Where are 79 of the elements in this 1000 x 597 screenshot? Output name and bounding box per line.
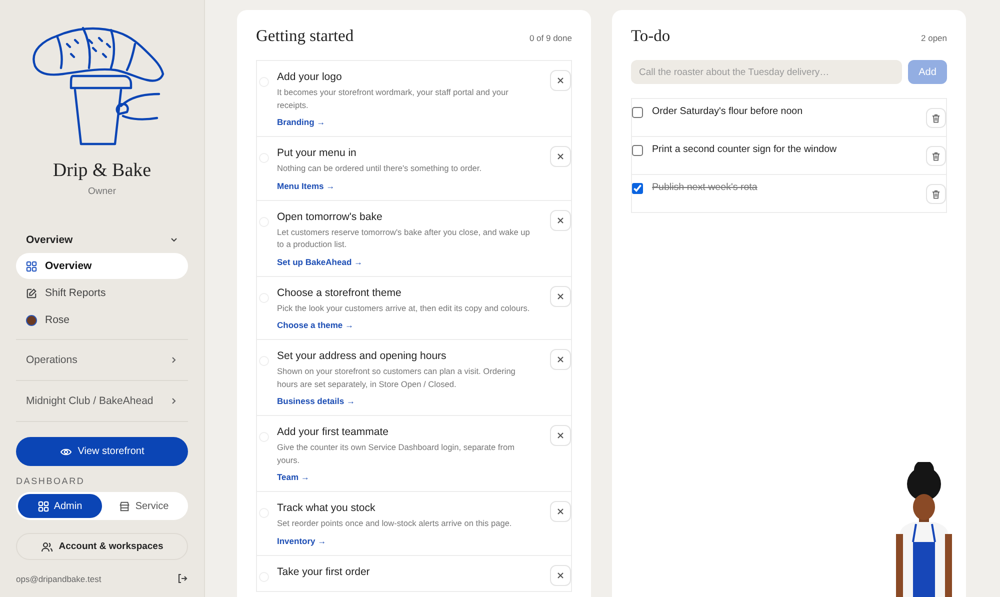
task-description: Give the counter its own Service Dashboard login, separate from yours. bbox=[277, 441, 516, 466]
delete-button[interactable] bbox=[926, 108, 946, 128]
delete-button[interactable] bbox=[926, 146, 946, 166]
dismiss-button[interactable] bbox=[550, 425, 571, 446]
open-count: 2 open bbox=[921, 33, 947, 43]
view-storefront-button[interactable]: View storefront bbox=[16, 437, 188, 466]
progress-count: 0 of 9 done bbox=[529, 33, 572, 43]
grid-icon bbox=[26, 260, 37, 272]
checkbox[interactable] bbox=[632, 145, 643, 156]
dismiss-button[interactable] bbox=[550, 564, 571, 586]
task-description: Shown on your storefront so customers can plan a visit. Ordering hours are set separately, in Store Open / Closed. bbox=[277, 365, 516, 390]
todo-text: Print a second counter sign for the window bbox=[652, 144, 837, 155]
close-icon bbox=[557, 216, 564, 224]
todo-text: Order Saturday's flour before noon bbox=[652, 106, 803, 117]
todo-input-field[interactable]: Call the roaster about the Tuesday delivery… bbox=[631, 60, 902, 84]
nav-item[interactable]: Shift Reports bbox=[16, 280, 188, 306]
task-link[interactable]: Branding → bbox=[277, 117, 326, 127]
people-icon bbox=[40, 540, 53, 552]
dismiss-button[interactable] bbox=[550, 70, 571, 91]
edit-icon bbox=[26, 288, 37, 298]
dismiss-button[interactable] bbox=[550, 349, 571, 370]
user-email: ops@dripandbake.test bbox=[16, 574, 102, 584]
close-icon bbox=[557, 572, 564, 578]
chevron-right-icon bbox=[170, 397, 178, 405]
trash-icon bbox=[932, 190, 940, 198]
trash-icon bbox=[932, 114, 940, 122]
logout-icon[interactable] bbox=[177, 573, 188, 584]
task-description: Let customers reserve tomorrow's bake after you close, and wake up to a production list. bbox=[277, 226, 531, 250]
task-title: Choose a storefront theme bbox=[277, 286, 402, 300]
account-button[interactable]: Account & workspaces bbox=[16, 533, 188, 560]
role-label: Owner bbox=[88, 186, 116, 197]
nav-item[interactable]: Rose bbox=[16, 307, 188, 333]
dismiss-button[interactable] bbox=[550, 501, 571, 522]
close-icon bbox=[557, 77, 564, 84]
nav-group[interactable]: Overview bbox=[16, 227, 188, 253]
task-title: Set your address and opening hours bbox=[277, 349, 448, 364]
task-description: Nothing can be ordered until there's something to order. bbox=[277, 162, 483, 174]
nav-item[interactable]: Overview bbox=[16, 253, 188, 279]
dismiss-button[interactable] bbox=[550, 286, 571, 306]
store-icon bbox=[119, 500, 130, 512]
card-title: Getting started bbox=[256, 26, 354, 46]
brand-name: Drip & Bake bbox=[52, 160, 152, 182]
dismiss-button[interactable] bbox=[550, 146, 571, 167]
close-icon bbox=[557, 356, 564, 363]
nav-group[interactable]: Operations bbox=[16, 345, 188, 375]
section-label: DASHBOARD bbox=[16, 476, 86, 486]
task-title: Track what you stock bbox=[277, 501, 376, 516]
task-link[interactable]: Business details → bbox=[277, 396, 355, 406]
checkbox[interactable] bbox=[632, 183, 643, 194]
trash-icon bbox=[932, 152, 940, 160]
todo-text: Publish next week's rota bbox=[652, 182, 758, 193]
task-description: Pick the look your customers arrive at, then edit its copy and colours. bbox=[277, 302, 531, 314]
task-title: Add your first teammate bbox=[277, 425, 390, 440]
nav-group[interactable]: Midnight Club / BakeAhead bbox=[16, 386, 188, 416]
task-link[interactable]: Choose a theme → bbox=[277, 320, 354, 330]
close-icon bbox=[557, 153, 564, 160]
task-title: Open tomorrow's bake bbox=[277, 210, 384, 224]
dashboard-option[interactable]: Admin bbox=[18, 494, 102, 518]
task-description: Set reorder points once and low-stock alerts arrive on this page. bbox=[277, 517, 513, 530]
dismiss-button[interactable] bbox=[550, 210, 571, 230]
task-description: It becomes your storefront wordmark, your staff portal and your receipts. bbox=[277, 86, 510, 111]
task-link[interactable]: Team → bbox=[277, 472, 310, 482]
chevron-down-icon bbox=[170, 236, 178, 244]
checkbox[interactable] bbox=[632, 107, 643, 118]
close-icon bbox=[557, 292, 564, 300]
avatar bbox=[26, 314, 37, 326]
task-link[interactable]: Menu Items → bbox=[277, 180, 335, 190]
task-title: Add your logo bbox=[277, 70, 343, 85]
task-title: Put your menu in bbox=[277, 146, 358, 161]
task-link[interactable]: Set up BakeAhead → bbox=[277, 256, 362, 266]
grid-icon bbox=[38, 500, 49, 512]
task-title: Take your first order bbox=[277, 564, 371, 580]
card-title: To-do bbox=[631, 26, 670, 46]
close-icon bbox=[557, 508, 564, 515]
delete-button[interactable] bbox=[926, 184, 946, 204]
close-icon bbox=[557, 432, 564, 439]
dashboard-option[interactable]: Service bbox=[102, 494, 186, 518]
chevron-right-icon bbox=[170, 356, 178, 364]
task-link[interactable]: Inventory → bbox=[277, 536, 326, 546]
